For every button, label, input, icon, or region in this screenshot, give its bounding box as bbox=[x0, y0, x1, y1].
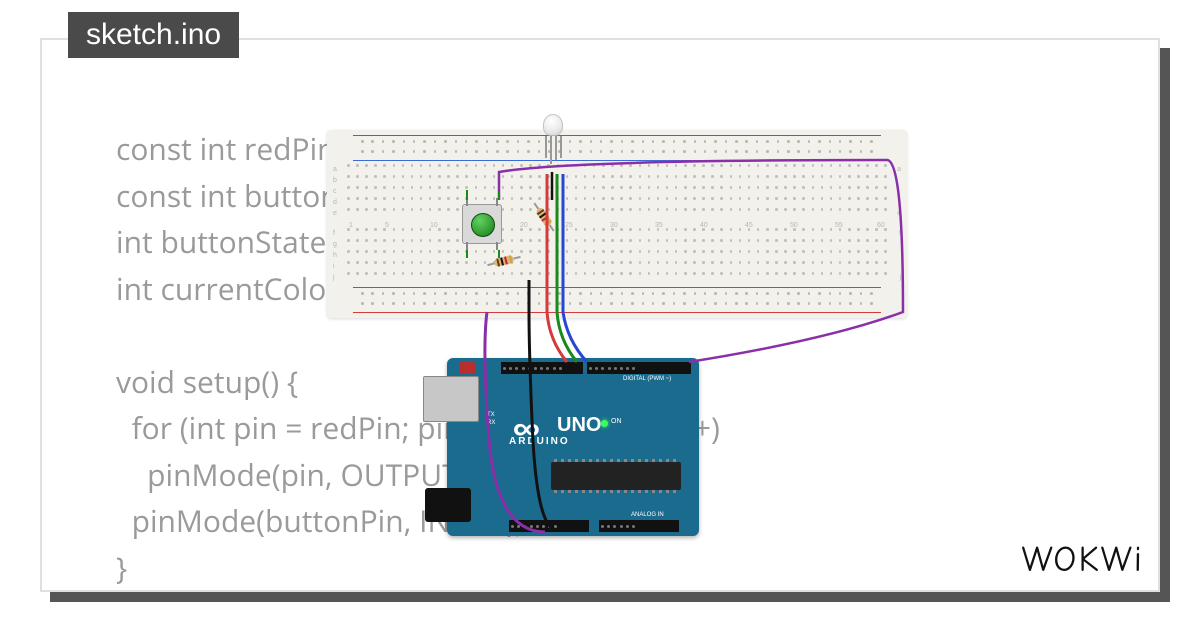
on-label: ON bbox=[611, 418, 622, 425]
reset-button[interactable] bbox=[459, 362, 475, 374]
power-jack-icon bbox=[425, 488, 471, 522]
board-brand: ARDUINO bbox=[509, 436, 570, 447]
power-rail-top bbox=[337, 136, 897, 160]
tie-lower bbox=[347, 228, 887, 284]
usb-port-icon bbox=[423, 376, 479, 422]
circuit-canvas[interactable]: a b c d e f g h i j a e f j 1 5 10 15 20… bbox=[327, 100, 1027, 570]
power-led-icon bbox=[601, 420, 608, 427]
header-top-left[interactable] bbox=[501, 362, 583, 374]
rx-label: RX bbox=[487, 420, 495, 426]
header-bottom-right[interactable] bbox=[599, 520, 679, 532]
digital-label: DIGITAL (PWM ~) bbox=[623, 376, 671, 382]
header-bottom-left[interactable] bbox=[509, 520, 589, 532]
analog-label: ANALOG IN bbox=[631, 512, 664, 518]
pushbutton[interactable] bbox=[462, 204, 502, 244]
power-rail-bottom bbox=[337, 288, 897, 312]
board-model: UNO bbox=[557, 414, 601, 437]
mcu-chip-icon bbox=[551, 462, 681, 490]
led-bulb-icon bbox=[543, 114, 563, 136]
arduino-uno[interactable]: ∞ UNO ARDUINO ON TX RX DIGITAL (PWM ~) A… bbox=[447, 358, 699, 536]
editor-card: const int redPin = 9, greenPin = 10, blu… bbox=[40, 38, 1160, 592]
arduino-board bbox=[447, 358, 699, 536]
rgb-led[interactable] bbox=[543, 114, 565, 142]
tie-upper bbox=[347, 164, 887, 220]
tx-label: TX bbox=[487, 412, 495, 418]
breadboard[interactable]: a b c d e f g h i j a e f j 1 5 10 15 20… bbox=[327, 130, 907, 318]
wokwi-logo: WOKWi bbox=[1021, 539, 1144, 580]
header-top-right[interactable] bbox=[587, 362, 691, 374]
file-tab[interactable]: sketch.ino bbox=[68, 12, 239, 58]
